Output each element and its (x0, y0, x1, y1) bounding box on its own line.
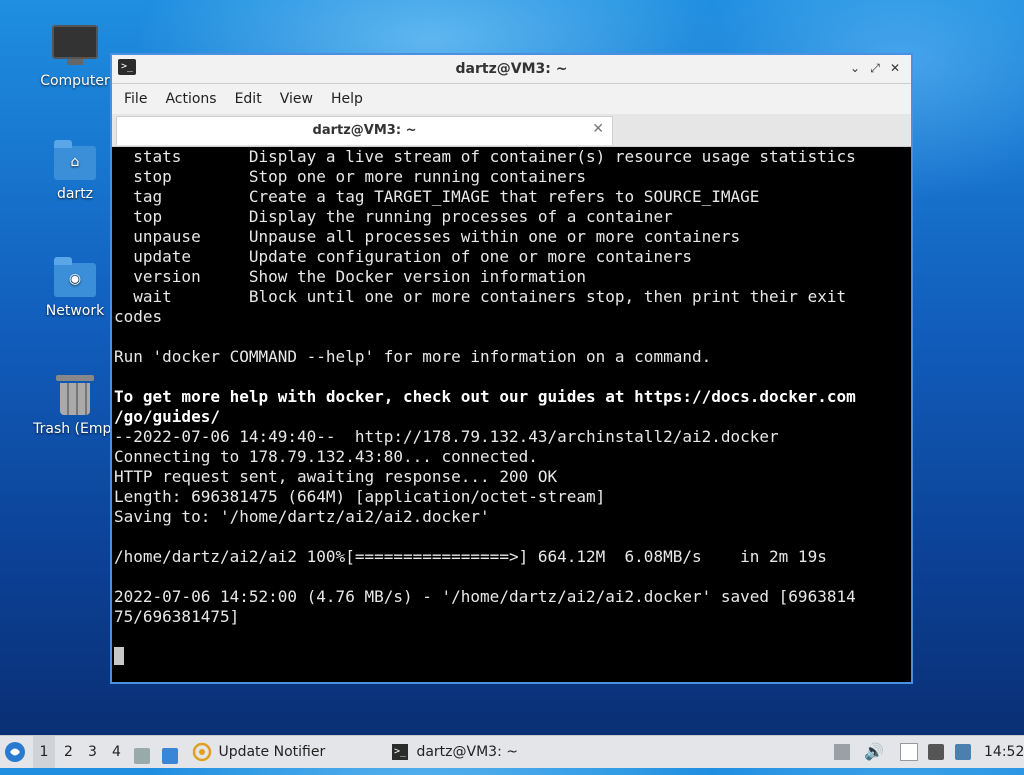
menu-view[interactable]: View (274, 91, 325, 107)
start-menu-button[interactable] (4, 736, 28, 768)
display-icon[interactable] (928, 736, 944, 768)
workspace-1[interactable]: 1 (33, 736, 55, 768)
workspace-3[interactable]: 3 (88, 736, 97, 768)
computer-icon (52, 25, 98, 65)
menu-actions[interactable]: Actions (159, 91, 228, 107)
tab-terminal[interactable]: dartz@VM3: ~ ✕ (116, 116, 613, 145)
window-titlebar[interactable]: >_ dartz@VM3: ~ ⌄ ⤢ ✕ (112, 55, 911, 84)
menubar: File Actions Edit View Help (112, 84, 911, 114)
terminal-window[interactable]: >_ dartz@VM3: ~ ⌄ ⤢ ✕ File Actions Edit … (110, 53, 913, 684)
menu-help[interactable]: Help (325, 91, 375, 107)
clipboard-icon[interactable] (900, 736, 918, 768)
workspace-4[interactable]: 4 (112, 736, 121, 768)
minimize-button[interactable]: ⌄ (847, 60, 863, 76)
clock[interactable]: 14:52 (984, 736, 1024, 768)
update-notifier-icon (192, 742, 212, 762)
tab-label: dartz@VM3: ~ (312, 123, 417, 138)
maximize-button[interactable]: ⤢ (867, 60, 883, 76)
file-manager-launcher-icon[interactable] (134, 736, 154, 768)
terminal-cursor (114, 647, 124, 665)
taskbar-app-terminal[interactable]: >_ dartz@VM3: ~ (392, 736, 572, 768)
taskbar-app-label: dartz@VM3: ~ (416, 744, 518, 760)
show-desktop-icon[interactable] (162, 736, 184, 768)
terminal-output[interactable]: stats Display a live stream of container… (114, 147, 909, 680)
menu-edit[interactable]: Edit (229, 91, 274, 107)
tab-close-icon[interactable]: ✕ (592, 121, 604, 137)
workspace-2[interactable]: 2 (64, 736, 73, 768)
close-button[interactable]: ✕ (887, 60, 903, 76)
terminal-text: stats Display a live stream of container… (114, 147, 909, 667)
tray-network-icon[interactable] (834, 736, 850, 768)
network-folder-icon: ◉ (54, 257, 96, 297)
window-title: dartz@VM3: ~ (455, 61, 568, 77)
taskbar-app-label: Update Notifier (218, 744, 326, 760)
trash-icon (56, 375, 94, 415)
taskbar-app-update-notifier[interactable]: Update Notifier (192, 736, 382, 768)
distro-logo-icon (5, 742, 25, 762)
terminal-icon: >_ (392, 744, 408, 760)
volume-icon[interactable]: 🔊 (864, 736, 884, 768)
taskbar: 1 2 3 4 Update Notifier >_ dartz@VM3: ~ … (0, 735, 1024, 768)
update-tray-icon[interactable] (955, 736, 971, 768)
tab-bar: dartz@VM3: ~ ✕ (112, 114, 911, 147)
home-folder-icon: ⌂ (54, 140, 96, 180)
menu-file[interactable]: File (118, 91, 159, 107)
